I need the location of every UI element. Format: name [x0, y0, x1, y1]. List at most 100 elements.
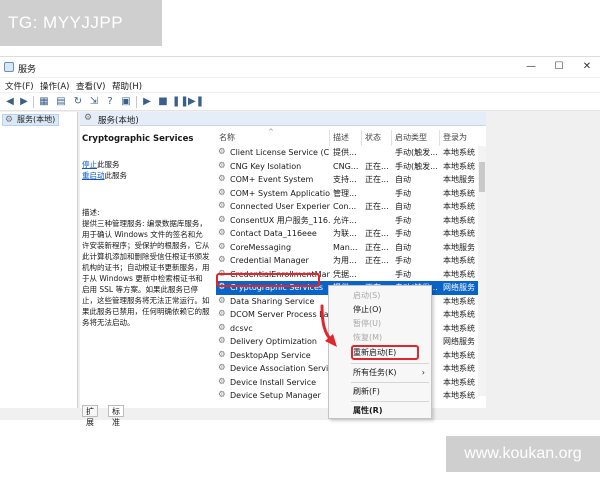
start-service-icon[interactable]: ▶: [141, 96, 153, 108]
ctx-start[interactable]: 启动(S): [329, 289, 431, 302]
service-startup-cell: 手动(触发...: [395, 148, 438, 157]
service-name-cell: Client License Service (Cli...: [230, 148, 330, 157]
service-startup-cell: 自动: [395, 175, 411, 184]
menu-action[interactable]: 操作(A): [40, 80, 69, 92]
ctx-pause[interactable]: 暂停(U): [329, 317, 431, 330]
service-desc-cell: CNG...: [333, 161, 359, 171]
minimize-button[interactable]: —: [522, 60, 540, 74]
service-status-cell: 正在...: [365, 202, 389, 211]
table-row[interactable]: ⚙ COM+ System Application 管理... 手动 本地系统: [216, 187, 478, 201]
column-header-name[interactable]: ^ 名称: [216, 128, 330, 146]
ctx-all-tasks[interactable]: 所有任务(K) ›: [329, 366, 431, 379]
column-header-status[interactable]: 状态: [362, 130, 392, 146]
service-logon-cell: 本地系统: [443, 215, 475, 225]
show-console-tree-icon[interactable]: ▦: [38, 96, 50, 108]
table-row[interactable]: ⚙ Client License Service (Cli...提供... 手动(触…: [216, 146, 478, 160]
ctx-all-tasks-label: 所有任务(K): [353, 368, 397, 377]
gear-icon: ⚙: [218, 160, 226, 171]
service-status-cell: 正在...: [365, 256, 389, 265]
menu-file[interactable]: 文件(F): [5, 80, 34, 92]
service-name-cell: COM+ System Application: [230, 188, 330, 198]
scrollbar-thumb[interactable]: [479, 162, 485, 192]
service-name-cell: ConsentUX 用户服务_116...: [230, 215, 330, 225]
table-row[interactable]: ⚙ Connected User Experien... Con... 正在... 自动…: [216, 200, 478, 214]
service-logon-cell: 本地系统: [443, 296, 475, 306]
gear-icon: ⚙: [218, 295, 226, 306]
ctx-resume[interactable]: 恢复(M): [329, 331, 431, 344]
toolbar-separator: [136, 96, 137, 108]
forward-arrow-icon[interactable]: ▶: [18, 96, 30, 108]
service-logon-cell: 本地系统: [443, 350, 475, 360]
service-logon-cell: 本地系统: [443, 310, 475, 319]
service-desc-cell: 允许...: [333, 215, 357, 225]
service-startup-cell: 自动: [395, 202, 411, 211]
restart-service-icon[interactable]: ▶❚: [188, 96, 204, 108]
service-name-cell: Contact Data_116eee: [230, 229, 317, 238]
gear-icon: ⚙: [5, 115, 14, 125]
service-logon-cell: 本地服务: [443, 175, 475, 184]
pane-header-label: 服务(本地): [98, 116, 139, 126]
service-logon-cell: 本地系统: [443, 188, 475, 198]
gear-icon: ⚙: [218, 241, 226, 252]
maximize-button[interactable]: ☐: [550, 60, 568, 74]
export-list-icon[interactable]: ⇲: [88, 96, 100, 108]
restart-service-link[interactable]: 重启动: [82, 171, 105, 180]
stop-line: 停止此服务: [82, 159, 212, 170]
service-logon-cell: 网络服务: [443, 283, 475, 292]
tree-node-services-local[interactable]: ⚙ 服务(本地): [2, 114, 60, 126]
show-hide-icon[interactable]: ▣: [120, 96, 132, 108]
close-button[interactable]: ✕: [578, 60, 596, 74]
watermark-bottom: www.koukan.org: [446, 436, 600, 472]
table-row[interactable]: ⚙ COM+ Event System 支持... 正在... 自动 本地服务: [216, 173, 478, 187]
pane-header: ⚙ 服务(本地): [80, 112, 486, 126]
help-icon[interactable]: ?: [104, 96, 116, 108]
service-startup-cell: 手动: [395, 188, 411, 198]
gear-icon: ⚙: [218, 201, 226, 211]
menu-bar: 文件(F) 操作(A) 查看(V) 帮助(H): [0, 78, 600, 92]
ctx-refresh[interactable]: 刷新(F): [329, 385, 431, 398]
column-header-logon[interactable]: 登录为: [440, 130, 478, 146]
table-row[interactable]: ⚙ ConsentUX 用户服务_116... 允许... 手动 本地系统: [216, 214, 478, 228]
service-logon-cell: 本地系统: [443, 229, 475, 238]
table-row[interactable]: ⚙ CoreMessaging Man... 正在... 自动 本地服务: [216, 241, 478, 255]
service-logon-cell: 本地系统: [443, 256, 475, 265]
service-startup-cell: 手动(触发...: [395, 161, 438, 171]
description-text: 提供三种管理服务: 编录数据库服务，用于确认 Windows 文件的签名和允许安…: [82, 219, 210, 327]
service-name-cell: Device Setup Manager: [230, 391, 321, 400]
chevron-right-icon: ›: [421, 368, 425, 377]
service-desc-cell: 为联...: [333, 229, 357, 238]
refresh-icon[interactable]: ↻: [72, 96, 84, 108]
service-logon-cell: 本地系统: [443, 377, 475, 387]
tab-extended[interactable]: 扩展: [82, 405, 98, 427]
ctx-stop[interactable]: 停止(O): [329, 303, 431, 316]
column-header-startup[interactable]: 启动类型: [392, 130, 440, 146]
service-name-cell: Delivery Optimization: [230, 337, 317, 346]
table-row[interactable]: ⚙ CNG Key Isolation CNG... 正在... 手动(触发... 本地系…: [216, 160, 478, 174]
tab-standard[interactable]: 标准: [108, 405, 124, 427]
restart-suffix: 此服务: [104, 171, 128, 180]
service-logon-cell: 本地系统: [443, 269, 475, 279]
service-status-cell: 正在...: [365, 161, 389, 171]
services-window: 服务 — ☐ ✕ 文件(F) 操作(A) 查看(V) 帮助(H) ◀ ▶ ▦ ▤…: [0, 56, 600, 427]
service-status-cell: 正在...: [365, 229, 389, 238]
gear-icon: ⚙: [84, 113, 93, 123]
service-description-panel: Cryptographic Services 停止此服务 重启动此服务 描述: …: [82, 130, 212, 400]
gear-icon: ⚙: [218, 174, 226, 184]
pause-service-icon[interactable]: ❚❚: [172, 96, 189, 108]
ctx-separator: [351, 382, 429, 383]
stop-service-icon[interactable]: ■: [157, 96, 169, 108]
services-app-icon: [4, 62, 14, 72]
ctx-properties[interactable]: 属性(R): [329, 404, 431, 417]
back-arrow-icon[interactable]: ◀: [4, 96, 16, 108]
service-logon-cell: 本地服务: [443, 242, 475, 252]
column-header-desc[interactable]: 描述: [330, 130, 362, 146]
vertical-scrollbar[interactable]: [478, 146, 486, 396]
stop-service-link[interactable]: 停止: [82, 160, 97, 169]
menu-view[interactable]: 查看(V): [76, 80, 105, 92]
table-row[interactable]: ⚙ Credential Manager 为用... 正在... 手动 本地系统: [216, 254, 478, 268]
service-name-cell: Device Association Service: [230, 364, 330, 373]
menu-help[interactable]: 帮助(H): [112, 80, 142, 92]
properties-sheet-icon[interactable]: ▤: [55, 96, 67, 108]
service-startup-cell: 手动: [395, 215, 411, 225]
table-row[interactable]: ⚙ Contact Data_116eee 为联... 正在... 手动 本地系统: [216, 227, 478, 241]
